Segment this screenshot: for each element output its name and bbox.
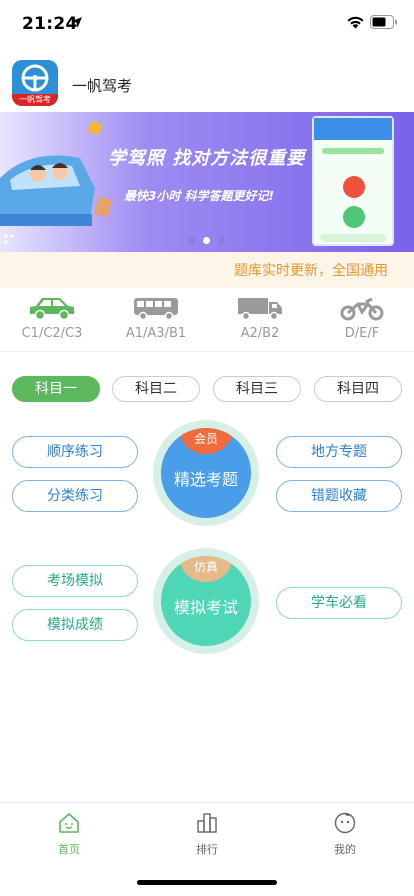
banner-dot[interactable] [188,237,195,244]
promo-banner[interactable]: 学驾照 找对方法很重要 最快3小时 科学答题更好记! [0,112,414,252]
notice-bar[interactable]: 题库实时更新，全国通用 [0,252,414,288]
license-label: D/E/F [344,326,380,341]
banner-dot-active[interactable] [203,237,210,244]
phone-screenshot-illustration [312,116,394,246]
license-label: A1/A3/B1 [125,326,187,341]
tab-ranking[interactable]: 排行 [167,811,247,857]
tab-subject-1[interactable]: 科目一 [12,376,100,402]
license-type-selector: C1/C2/C3 A1/A3/B1 A2/B2 D/E/F [0,290,414,352]
featured-questions-button[interactable]: 会员 精选考题 [161,428,251,518]
license-type-c[interactable]: C1/C2/C3 [4,290,100,352]
mock-exam-button[interactable]: 仿真 模拟考试 [161,556,251,646]
ranking-icon [197,813,217,833]
sequential-practice-button[interactable]: 顺序练习 [12,436,138,468]
wifi-icon [347,16,364,29]
license-type-a[interactable]: A1/A3/B1 [108,290,204,352]
location-arrow-icon [71,17,82,28]
home-icon [59,813,79,833]
car-icon [30,298,74,321]
mock-exam-label: 模拟考试 [173,598,238,617]
tab-subject-2[interactable]: 科目二 [112,376,200,402]
decor-sign [93,196,113,218]
battery-icon [370,15,397,29]
logo-text: 一帆驾考 [12,94,58,106]
featured-questions-ring: 会员 精选考题 [153,420,259,526]
tab-label: 我的 [334,843,356,856]
bus-icon [134,298,178,321]
tab-home[interactable]: 首页 [29,811,109,857]
app-header: 一帆驾考 一帆驾考 [0,60,414,112]
home-indicator[interactable] [137,880,277,885]
learner-must-read-button[interactable]: 学车必看 [276,587,402,619]
status-bar: 21:24 [0,0,414,48]
motorcycle-icon [340,297,384,321]
tab-subject-4[interactable]: 科目四 [314,376,402,402]
local-topics-button[interactable]: 地方专题 [276,436,402,468]
mock-exam-ring: 仿真 模拟考试 [153,548,259,654]
license-label: A2/B2 [240,326,280,341]
profile-icon [334,812,356,834]
license-type-b[interactable]: A2/B2 [212,290,308,352]
vip-badge: 会员 [179,428,233,454]
wrong-answers-button[interactable]: 错题收藏 [276,480,402,512]
license-label: C1/C2/C3 [21,326,83,341]
exam-simulation-button[interactable]: 考场模拟 [12,565,138,597]
driving-illustration [0,155,95,244]
license-type-d[interactable]: D/E/F [314,290,410,352]
featured-questions-label: 精选考题 [173,470,238,489]
banner-dot[interactable] [218,237,225,244]
simulation-badge: 仿真 [179,556,233,582]
truck-icon [238,298,282,321]
tab-label: 首页 [58,843,80,856]
tab-profile[interactable]: 我的 [305,811,385,857]
app-logo: 一帆驾考 [12,60,58,106]
tab-label: 排行 [196,843,218,856]
app-name: 一帆驾考 [72,77,133,95]
banner-headline: 学驾照 找对方法很重要 [108,148,306,169]
tab-subject-3[interactable]: 科目三 [213,376,301,402]
category-practice-button[interactable]: 分类练习 [12,480,138,512]
mock-scores-button[interactable]: 模拟成绩 [12,609,138,641]
notice-text: 题库实时更新，全国通用 [234,263,388,279]
banner-subline: 最快3小时 科学答题更好记! [124,189,275,203]
banner-pagination [188,237,228,245]
